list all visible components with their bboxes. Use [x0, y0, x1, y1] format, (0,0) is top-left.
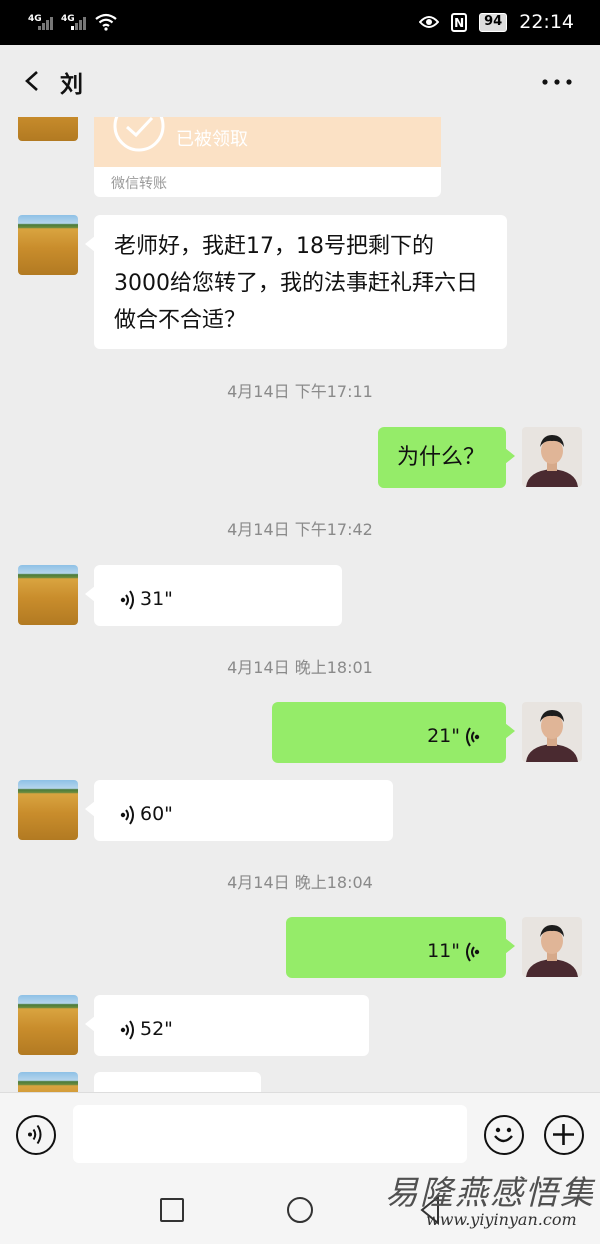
system-nav-bar: 易隆燕感悟集 www.yiyinyan.com: [0, 1173, 600, 1244]
wifi-icon: [95, 13, 117, 31]
voice-duration: 60": [140, 803, 173, 825]
voice-toggle-icon: [28, 1124, 42, 1145]
voice-input-button[interactable]: [16, 1115, 56, 1155]
recents-icon[interactable]: [160, 1198, 184, 1222]
person-portrait-icon: [526, 435, 578, 487]
clock: 22:14: [519, 11, 574, 33]
timestamp: 4月14日 下午17:11: [227, 382, 373, 401]
contact-avatar[interactable]: [18, 565, 78, 625]
contact-avatar[interactable]: [18, 780, 78, 840]
contact-avatar[interactable]: [18, 117, 78, 141]
nfc-icon: N: [451, 12, 468, 32]
voice-duration: 52": [140, 1018, 173, 1040]
eye-comfort-icon: [419, 16, 440, 28]
message-text: 老师好，我赶17，18号把剩下的3000给您转了，我的法事赶礼拜六日做合不合适？: [114, 234, 478, 333]
my-avatar[interactable]: [522, 427, 582, 487]
transfer-card[interactable]: 已被领取 微信转账: [94, 117, 441, 197]
voice-wave-icon: [120, 589, 134, 610]
message-input[interactable]: [73, 1105, 467, 1163]
voice-wave-icon: [120, 1019, 134, 1040]
timestamp: 4月14日 晚上18:01: [227, 658, 373, 677]
message-text: 为什么？: [397, 445, 486, 470]
more-functions-button[interactable]: [544, 1115, 584, 1155]
voice-wave-icon: [120, 804, 134, 825]
chat-title: 刘: [60, 72, 83, 98]
watermark-title: 易隆燕感悟集: [385, 1173, 595, 1212]
contact-avatar[interactable]: [18, 215, 78, 275]
status-icons: N 94 22:14: [419, 11, 574, 33]
emoji-button[interactable]: [484, 1115, 524, 1155]
message-bubble-incoming[interactable]: 老师好，我赶17，18号把剩下的3000给您转了，我的法事赶礼拜六日做合不合适？: [85, 215, 507, 349]
more-options-icon[interactable]: [542, 79, 572, 85]
plus-icon: [553, 1124, 574, 1145]
my-avatar[interactable]: [522, 702, 582, 762]
transfer-label: 微信转账: [111, 176, 167, 192]
signal-icon: [38, 14, 58, 30]
back-arrow-icon[interactable]: [22, 70, 42, 92]
voice-message-incoming[interactable]: 52": [85, 995, 369, 1056]
timestamp: 4月14日 下午17:42: [227, 520, 373, 539]
voice-message-incoming[interactable]: 31": [85, 565, 342, 626]
transfer-card-body: 已被领取: [94, 117, 441, 167]
signal-icon: [71, 14, 91, 30]
timestamp: 4月14日 晚上18:04: [227, 873, 373, 892]
chat-header: 刘: [0, 45, 600, 117]
voice-duration: 21": [427, 725, 460, 747]
message-list[interactable]: 已被领取 微信转账 老师好，我赶17，18号把剩下的3000给您转了，我的法事赶…: [0, 117, 600, 1092]
battery-indicator: 94: [479, 12, 508, 32]
voice-message-incoming[interactable]: 60": [85, 780, 393, 841]
voice-message-incoming[interactable]: [94, 1072, 261, 1092]
contact-avatar[interactable]: [18, 1072, 78, 1092]
checkmark-circle-icon: [113, 117, 165, 152]
contact-avatar[interactable]: [18, 995, 78, 1055]
watermark-url: www.yiyinyan.com: [426, 1210, 577, 1229]
my-avatar[interactable]: [522, 917, 582, 977]
voice-wave-icon: [466, 726, 480, 747]
transfer-status: 已被领取: [176, 129, 248, 150]
voice-duration: 31": [140, 588, 173, 610]
message-bubble-outgoing[interactable]: 为什么？: [378, 427, 515, 488]
voice-duration: 11": [427, 940, 460, 962]
person-portrait-icon: [526, 925, 578, 977]
voice-message-outgoing[interactable]: 11": [286, 917, 515, 978]
home-icon[interactable]: [287, 1197, 313, 1223]
status-bar: 4G 4G N 94 22:14: [0, 0, 600, 45]
person-portrait-icon: [526, 710, 578, 762]
smiley-icon: [494, 1127, 513, 1143]
voice-wave-icon: [466, 941, 480, 962]
voice-message-outgoing[interactable]: 21": [272, 702, 515, 763]
